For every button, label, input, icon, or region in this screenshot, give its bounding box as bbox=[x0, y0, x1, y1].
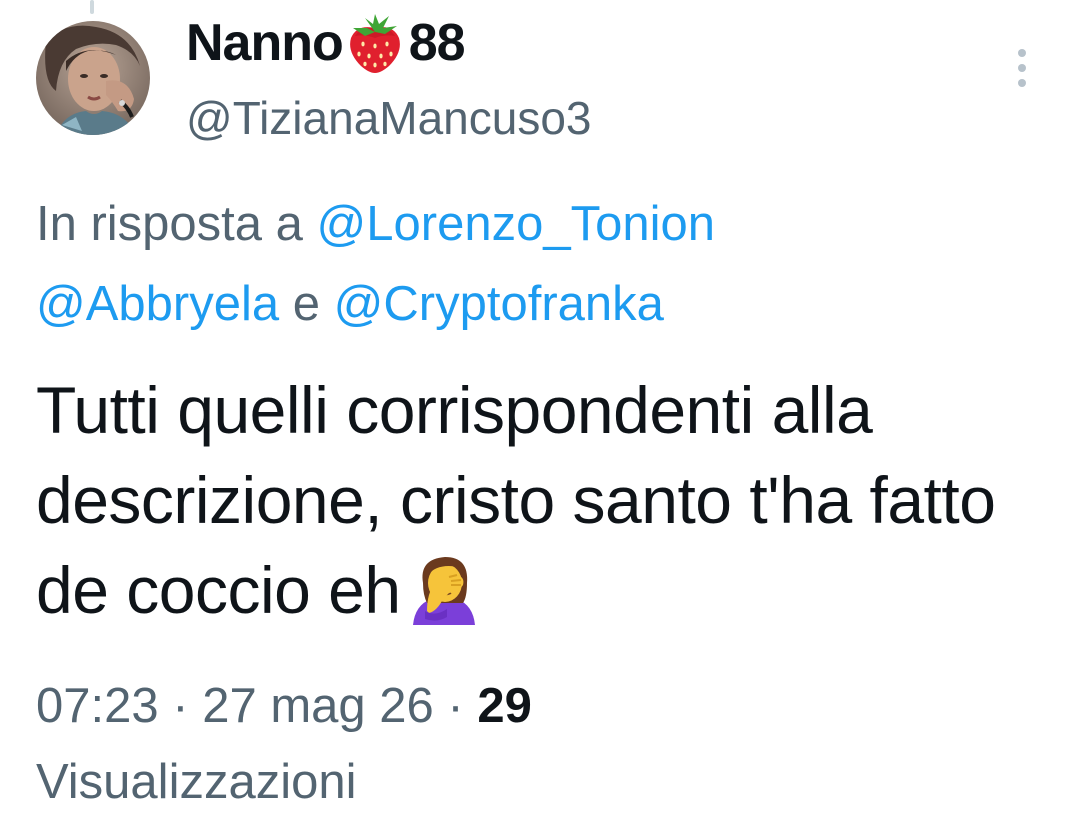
more-dot-icon bbox=[1018, 64, 1026, 72]
tweet-text: Tutti quelli corrispondenti alla descriz… bbox=[36, 365, 1056, 635]
mention-link[interactable]: @Cryptofranka bbox=[334, 277, 664, 331]
user-handle[interactable]: @TizianaMancuso3 bbox=[186, 90, 592, 146]
mention-link[interactable]: @Lorenzo_Tonion bbox=[317, 197, 715, 251]
avatar[interactable] bbox=[36, 21, 150, 135]
reply-context: In risposta a @Lorenzo_Tonion @Abbryela … bbox=[36, 184, 1046, 344]
tweet-time[interactable]: 07:23 bbox=[36, 679, 159, 733]
woman-facepalming-icon bbox=[407, 553, 481, 625]
meta-separator: · bbox=[172, 679, 189, 733]
reply-prefix: In risposta a bbox=[36, 197, 303, 251]
meta-separator: · bbox=[447, 679, 464, 733]
display-name-text-end: 88 bbox=[408, 14, 466, 72]
tweet-body: Tutti quelli corrispondenti alla descriz… bbox=[36, 373, 996, 627]
tweet-meta: 07:23 · 27 mag 26 · 29 Visualizzazioni bbox=[36, 668, 1046, 820]
thread-connector-line bbox=[90, 0, 94, 14]
tweet-date[interactable]: 27 mag 26 bbox=[202, 679, 434, 733]
display-name[interactable]: Nanno 88 bbox=[186, 12, 466, 74]
more-dot-icon bbox=[1018, 79, 1026, 87]
strawberry-icon bbox=[345, 12, 405, 74]
reply-conjunction: e bbox=[292, 277, 321, 331]
display-name-text-start: Nanno bbox=[186, 14, 344, 72]
more-dot-icon bbox=[1018, 49, 1026, 57]
views-label[interactable]: Visualizzazioni bbox=[36, 755, 357, 809]
mention-link[interactable]: @Abbryela bbox=[36, 277, 279, 331]
views-count[interactable]: 29 bbox=[477, 679, 532, 733]
more-options-button[interactable] bbox=[1004, 44, 1040, 92]
